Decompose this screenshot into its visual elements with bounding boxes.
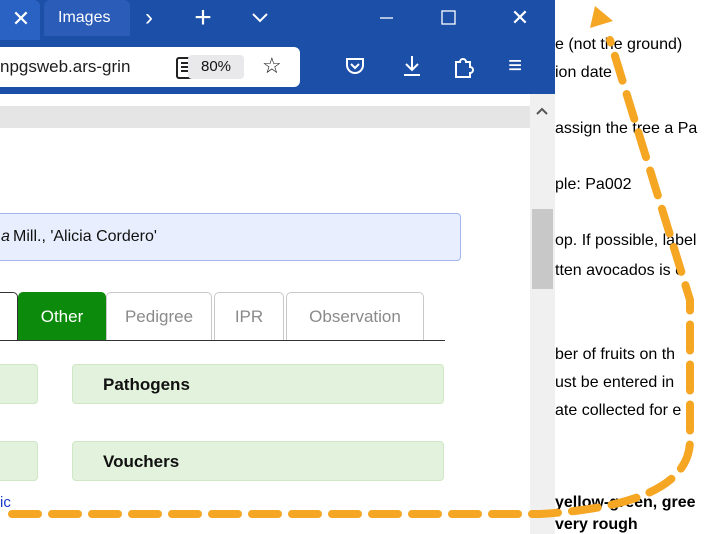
annotation-arrow [8,6,694,518]
